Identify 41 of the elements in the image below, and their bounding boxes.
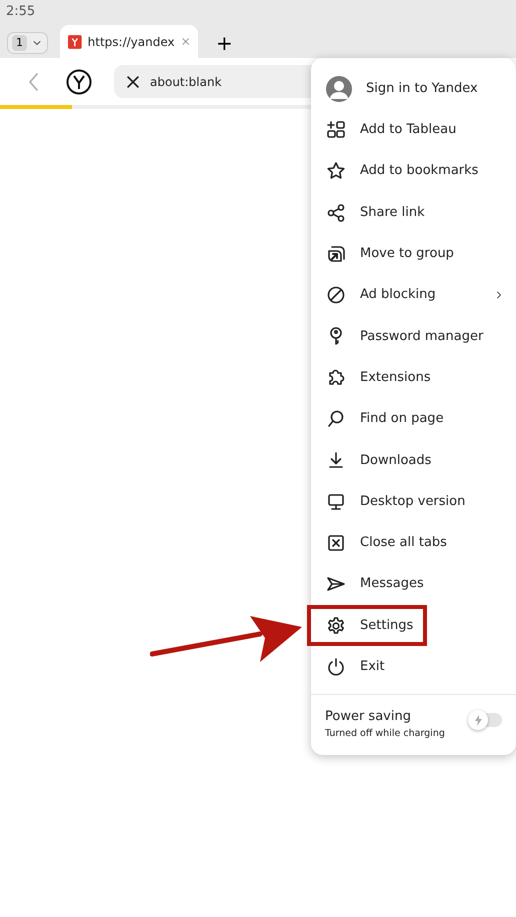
menu-item[interactable]: Extensions — [311, 357, 516, 398]
menu-item[interactable]: Exit — [311, 646, 516, 688]
puzzle-icon — [326, 368, 346, 388]
close-box-icon — [326, 532, 346, 553]
menu-item[interactable]: Add to bookmarks — [311, 150, 516, 192]
settings-icon — [326, 616, 346, 636]
tab-title: https://yandex — [88, 34, 175, 50]
avatar-icon — [326, 76, 352, 102]
chevron-down-icon — [32, 38, 42, 48]
menu-item[interactable]: Move to group — [311, 233, 516, 274]
browser-tab[interactable]: https://yandex — [60, 25, 198, 58]
status-time: 2:55 — [6, 4, 36, 19]
tab-count-button[interactable]: 1 — [7, 32, 48, 54]
menu-item[interactable]: Find on page — [311, 398, 516, 440]
power-saving-note: Turned off while charging — [325, 726, 445, 741]
close-icon — [126, 74, 140, 88]
menu-item[interactable]: Desktop version — [311, 480, 516, 522]
menu-item[interactable]: Messages — [311, 564, 516, 605]
power-saving-toggle[interactable] — [470, 713, 502, 728]
menu-item[interactable]: Downloads — [311, 440, 516, 481]
star-icon — [326, 161, 346, 182]
power-saving-label: Power saving — [325, 708, 412, 726]
lightning-icon — [474, 714, 482, 726]
monitor-icon — [326, 492, 346, 512]
menu-item[interactable]: Ad blocking — [311, 274, 516, 316]
menu-item[interactable]: Password manager — [311, 316, 516, 358]
new-tab-button[interactable]: + — [210, 33, 239, 53]
move-to-group-icon — [326, 244, 346, 264]
close-icon — [180, 36, 190, 47]
share-icon — [326, 202, 346, 223]
power-icon — [326, 656, 346, 677]
menu-item[interactable]: Settings — [307, 604, 427, 646]
block-icon — [326, 285, 346, 306]
site-favicon-icon — [68, 34, 82, 50]
add-widgets-icon — [326, 120, 346, 140]
menu-item[interactable]: Share link — [311, 192, 516, 234]
chevron-right-icon — [494, 289, 504, 302]
search-icon — [326, 409, 346, 430]
menu-item[interactable]: Close all tabs — [311, 522, 516, 564]
menu-item[interactable]: Add to Tableau — [311, 109, 516, 151]
browser-logo-icon[interactable] — [66, 68, 92, 94]
